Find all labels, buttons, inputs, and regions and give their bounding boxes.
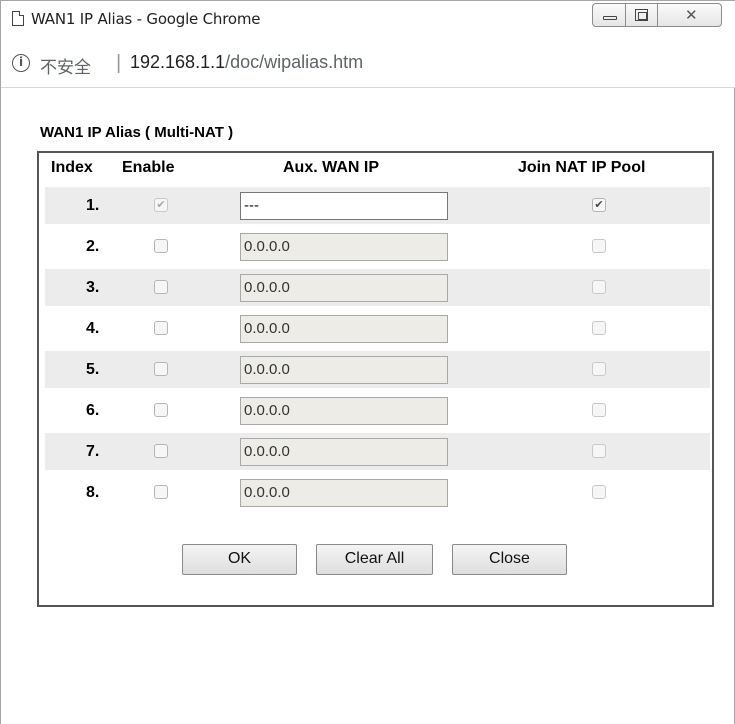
aux-wan-ip-field: 0.0.0.0 [240, 438, 448, 466]
row-index: 2. [86, 238, 100, 255]
aux-wan-ip-field: 0.0.0.0 [240, 397, 448, 425]
aux-wan-ip-field: 0.0.0.0 [240, 315, 448, 343]
aux-wan-ip-field: 0.0.0.0 [240, 233, 448, 261]
url-text[interactable]: 192.168.1.1/doc/wipalias.htm [130, 52, 363, 73]
maximize-icon [635, 9, 648, 21]
close-icon: ✕ [685, 6, 698, 24]
table-row: 4. 0.0.0.0 [45, 310, 710, 347]
join-nat-pool-checkbox [592, 485, 606, 499]
row-index: 5. [86, 361, 100, 378]
info-icon[interactable]: i [12, 54, 30, 72]
header-enable: Enable [122, 159, 175, 176]
row-index: 8. [86, 484, 100, 501]
join-nat-pool-checkbox [592, 280, 606, 294]
join-nat-pool-checkbox [592, 403, 606, 417]
address-separator: | [116, 52, 122, 74]
row-index: 3. [86, 279, 100, 296]
table-row: 3. 0.0.0.0 [45, 269, 710, 306]
enable-checkbox[interactable] [154, 321, 168, 335]
window-title: WAN1 IP Alias - Google Chrome [31, 10, 261, 28]
enable-checkbox: ✔ [154, 198, 168, 212]
minimize-button[interactable] [592, 3, 626, 27]
join-nat-pool-checkbox [592, 362, 606, 376]
page-content: WAN1 IP Alias ( Multi-NAT ) Index Enable… [1, 89, 735, 724]
join-nat-pool-checkbox[interactable]: ✔ [592, 198, 606, 212]
table-row: 7. 0.0.0.0 [45, 433, 710, 470]
maximize-button[interactable] [626, 3, 658, 27]
row-index: 7. [86, 443, 100, 460]
ok-button[interactable]: OK [182, 544, 297, 575]
enable-checkbox[interactable] [154, 403, 168, 417]
close-window-button[interactable]: ✕ [658, 3, 722, 27]
close-button[interactable]: Close [452, 544, 567, 575]
row-index: 4. [86, 320, 100, 337]
header-index: Index [51, 159, 93, 176]
security-label[interactable]: 不安全 [40, 53, 91, 78]
page-icon [12, 11, 24, 26]
table-row: 8. 0.0.0.0 [45, 474, 710, 511]
aux-wan-ip-field: 0.0.0.0 [240, 356, 448, 384]
table-row: 6. 0.0.0.0 [45, 392, 710, 429]
table-row: 5. 0.0.0.0 [45, 351, 710, 388]
join-nat-pool-checkbox [592, 321, 606, 335]
url-host: 192.168.1.1 [130, 52, 226, 72]
browser-window: WAN1 IP Alias - Google Chrome ✕ i 不安全 | … [0, 0, 735, 724]
window-controls: ✕ [592, 3, 730, 27]
clear-all-button[interactable]: Clear All [316, 544, 433, 575]
aux-wan-ip-field[interactable]: --- [240, 192, 448, 220]
join-nat-pool-checkbox [592, 444, 606, 458]
title-bar: WAN1 IP Alias - Google Chrome ✕ [1, 0, 735, 40]
enable-checkbox[interactable] [154, 444, 168, 458]
table-row: 2. 0.0.0.0 [45, 228, 710, 265]
row-index: 1. [86, 197, 100, 214]
table-row: 1. ✔ --- ✔ [45, 187, 710, 224]
header-aux-wan-ip: Aux. WAN IP [283, 159, 380, 176]
ip-alias-table: Index Enable Aux. WAN IP Join NAT IP Poo… [37, 151, 714, 607]
aux-wan-ip-field: 0.0.0.0 [240, 274, 448, 302]
header-join-nat-ip-pool: Join NAT IP Pool [518, 159, 646, 176]
minimize-icon [603, 16, 617, 20]
row-index: 6. [86, 402, 100, 419]
join-nat-pool-checkbox [592, 239, 606, 253]
enable-checkbox[interactable] [154, 280, 168, 294]
address-bar[interactable]: i 不安全 | 192.168.1.1/doc/wipalias.htm [1, 40, 735, 88]
section-title: WAN1 IP Alias ( Multi-NAT ) [40, 124, 234, 141]
enable-checkbox[interactable] [154, 362, 168, 376]
enable-checkbox[interactable] [154, 239, 168, 253]
enable-checkbox[interactable] [154, 485, 168, 499]
url-path: /doc/wipalias.htm [225, 52, 364, 72]
aux-wan-ip-field: 0.0.0.0 [240, 479, 448, 507]
